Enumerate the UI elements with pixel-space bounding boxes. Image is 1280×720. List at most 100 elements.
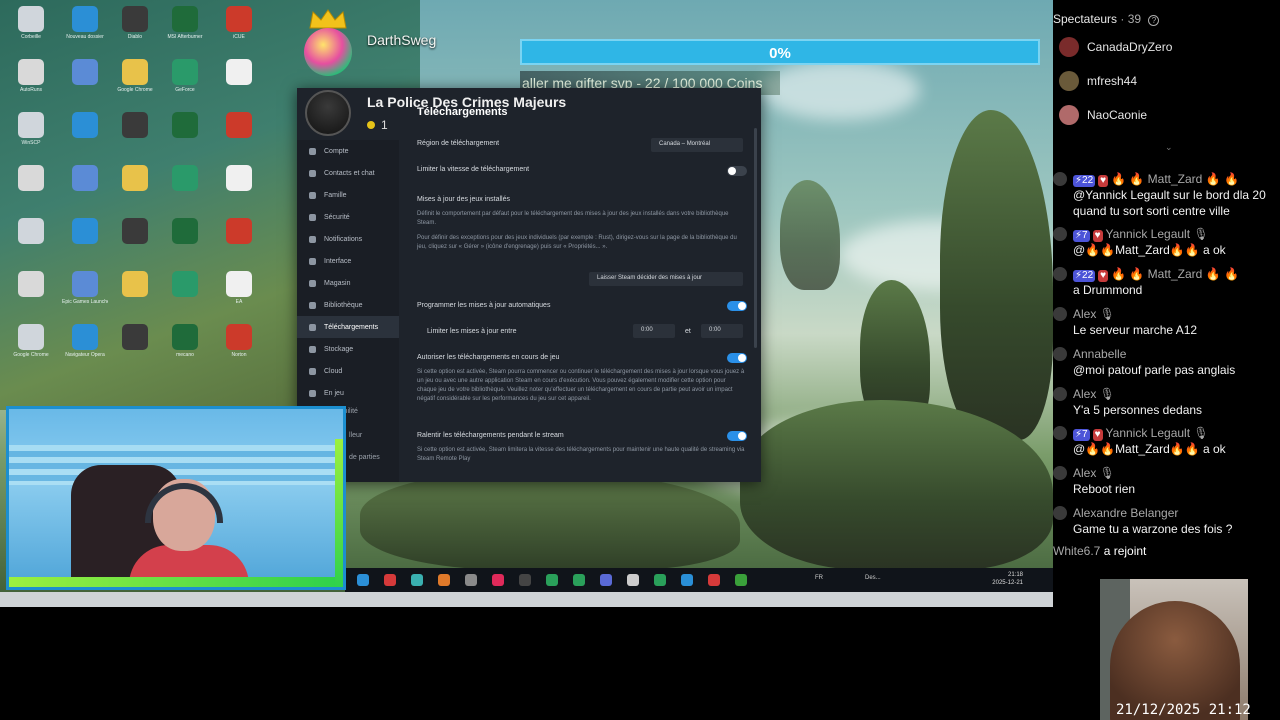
taskbar-app-icon[interactable] <box>519 574 531 586</box>
desktop-icon[interactable]: Diablo <box>112 6 158 52</box>
sidebar-item-10[interactable]: Cloud <box>297 360 399 382</box>
desktop-icon[interactable]: Corbeille <box>8 6 54 52</box>
help-icon[interactable]: ? <box>1148 15 1160 26</box>
desktop-icon[interactable]: WinSCP <box>8 112 54 158</box>
app-icon <box>72 218 98 244</box>
throttle-stream-toggle[interactable] <box>727 431 747 441</box>
sidebar-item-0[interactable]: Compte <box>297 140 399 162</box>
crown-icon <box>309 9 347 29</box>
desktop-icon[interactable]: Norton <box>216 324 262 370</box>
desktop-icon[interactable] <box>8 218 54 264</box>
chat-username-line[interactable]: Annabelle <box>1073 346 1126 362</box>
desktop-icon-label: Nouveau dossier <box>66 34 104 40</box>
taskbar-app-icon[interactable] <box>357 574 369 586</box>
taskbar-app-icon[interactable] <box>681 574 693 586</box>
viewer-row[interactable]: NaoCaonie <box>1059 104 1147 126</box>
taskbar-app-icon[interactable] <box>735 574 747 586</box>
viewer-avatar <box>1059 105 1079 125</box>
windows-taskbar: FR Des... 21:18 2025-12-21 <box>345 568 1053 592</box>
app-icon <box>226 6 252 32</box>
sidebar-item-5[interactable]: Interface <box>297 250 399 272</box>
schedule-toggle[interactable] <box>727 301 747 311</box>
desktop-icon[interactable] <box>8 271 54 317</box>
desktop-icon[interactable] <box>162 112 208 158</box>
time-to-select[interactable]: 0:00 <box>701 324 743 338</box>
taskbar-app-icon[interactable] <box>411 574 423 586</box>
desktop-icon[interactable]: MSI Afterburner <box>162 6 208 52</box>
desktop-icon[interactable] <box>216 218 262 264</box>
desktop-icon[interactable]: Google Chrome <box>112 59 158 105</box>
desktop-icon[interactable]: EA <box>216 271 262 317</box>
desktop-icon[interactable] <box>112 324 158 370</box>
sidebar-item-icon <box>309 367 316 375</box>
goal-progress-bar: 0% <box>520 39 1040 65</box>
allow-ingame-toggle[interactable] <box>727 353 747 363</box>
desktop-icon[interactable]: GeForce <box>162 59 208 105</box>
desktop-icon[interactable]: Navigateur Opera <box>62 324 108 370</box>
sidebar-item-11[interactable]: En jeu <box>297 382 399 404</box>
sub-badge: ⚡7 <box>1073 429 1090 441</box>
desktop-icon[interactable] <box>8 165 54 211</box>
sidebar-item-3[interactable]: Sécurité <box>297 206 399 228</box>
taskbar-app-icon[interactable] <box>708 574 720 586</box>
viewer-row[interactable]: CanadaDryZero <box>1059 36 1172 58</box>
sidebar-item-4[interactable]: Notifications <box>297 228 399 250</box>
desktop-icon[interactable] <box>162 218 208 264</box>
desktop-icon[interactable] <box>216 165 262 211</box>
chat-username-line[interactable]: ⚡7 ♥ Yannick Legault 🎙 <box>1073 226 1209 242</box>
chat-username-line[interactable]: Alex 🎙 <box>1073 386 1115 402</box>
chat-username-line[interactable]: Alex 🎙 <box>1073 465 1115 481</box>
desktop-icon[interactable] <box>112 165 158 211</box>
chat-username-line[interactable]: ⚡22 ♥ 🔥 🔥 Matt_Zard 🔥 🔥 <box>1073 171 1239 187</box>
sidebar-item-7[interactable]: Bibliothèque <box>297 294 399 316</box>
taskbar-app-icon[interactable] <box>600 574 612 586</box>
settings-scrollbar[interactable] <box>754 128 757 348</box>
desktop-icon[interactable] <box>216 59 262 105</box>
taskbar-app-icon[interactable] <box>465 574 477 586</box>
sidebar-item-6[interactable]: Magasin <box>297 272 399 294</box>
sidebar-item-8[interactable]: Téléchargements <box>297 316 399 338</box>
desktop-icon[interactable] <box>62 112 108 158</box>
sidebar-item-1[interactable]: Contacts et chat <box>297 162 399 184</box>
desktop-icon[interactable] <box>112 218 158 264</box>
chat-username-line[interactable]: ⚡7 ♥ Yannick Legault 🎙 <box>1073 425 1209 441</box>
desktop-icon[interactable]: mecano <box>162 324 208 370</box>
desktop-icon[interactable] <box>62 218 108 264</box>
chat-username-line[interactable]: Alex 🎙 <box>1073 306 1115 322</box>
desktop-icon[interactable]: AutoRuns <box>8 59 54 105</box>
desktop-icon[interactable]: iCUE <box>216 6 262 52</box>
desktop-icon[interactable]: Google Chrome <box>8 324 54 370</box>
region-select[interactable]: Canada – Montréal <box>651 138 743 152</box>
desktop-icon[interactable] <box>216 112 262 158</box>
taskbar-app-icon[interactable] <box>438 574 450 586</box>
app-icon <box>72 59 98 85</box>
limit-speed-toggle[interactable] <box>727 166 747 176</box>
desktop-icon[interactable] <box>112 112 158 158</box>
taskbar-app-icon[interactable] <box>546 574 558 586</box>
throttle-stream-label: Ralentir les téléchargements pendant le … <box>417 432 564 439</box>
desktop-icon[interactable] <box>162 271 208 317</box>
chat-username-line[interactable]: Alexandre Belanger <box>1073 505 1178 521</box>
taskbar-app-icon[interactable] <box>492 574 504 586</box>
desktop-icon[interactable]: Epic Games Launcher <box>62 271 108 317</box>
taskbar-app-icon[interactable] <box>384 574 396 586</box>
taskbar-app-icon[interactable] <box>654 574 666 586</box>
desktop-icon[interactable]: Nouveau dossier <box>62 6 108 52</box>
desktop-label[interactable]: Des... <box>865 575 881 581</box>
chevron-down-icon[interactable]: ⌄ <box>1165 142 1173 153</box>
desktop-icon[interactable] <box>162 165 208 211</box>
desktop-icon[interactable] <box>62 165 108 211</box>
chat-username-line[interactable]: ⚡22 ♥ 🔥 🔥 Matt_Zard 🔥 🔥 <box>1073 266 1239 282</box>
time-from-select[interactable]: 0:00 <box>633 324 675 338</box>
taskbar-clock[interactable]: 21:18 2025-12-21 <box>992 571 1023 587</box>
desktop-icon[interactable] <box>112 271 158 317</box>
sidebar-item-label: Contacts et chat <box>324 169 375 177</box>
updates-select[interactable]: Laisser Steam décider des mises à jour <box>589 272 743 286</box>
sidebar-item-2[interactable]: Famille <box>297 184 399 206</box>
desktop-icon[interactable] <box>62 59 108 105</box>
language-indicator[interactable]: FR <box>815 575 823 581</box>
viewer-row[interactable]: mfresh44 <box>1059 70 1137 92</box>
taskbar-app-icon[interactable] <box>627 574 639 586</box>
taskbar-app-icon[interactable] <box>573 574 585 586</box>
sidebar-item-9[interactable]: Stockage <box>297 338 399 360</box>
